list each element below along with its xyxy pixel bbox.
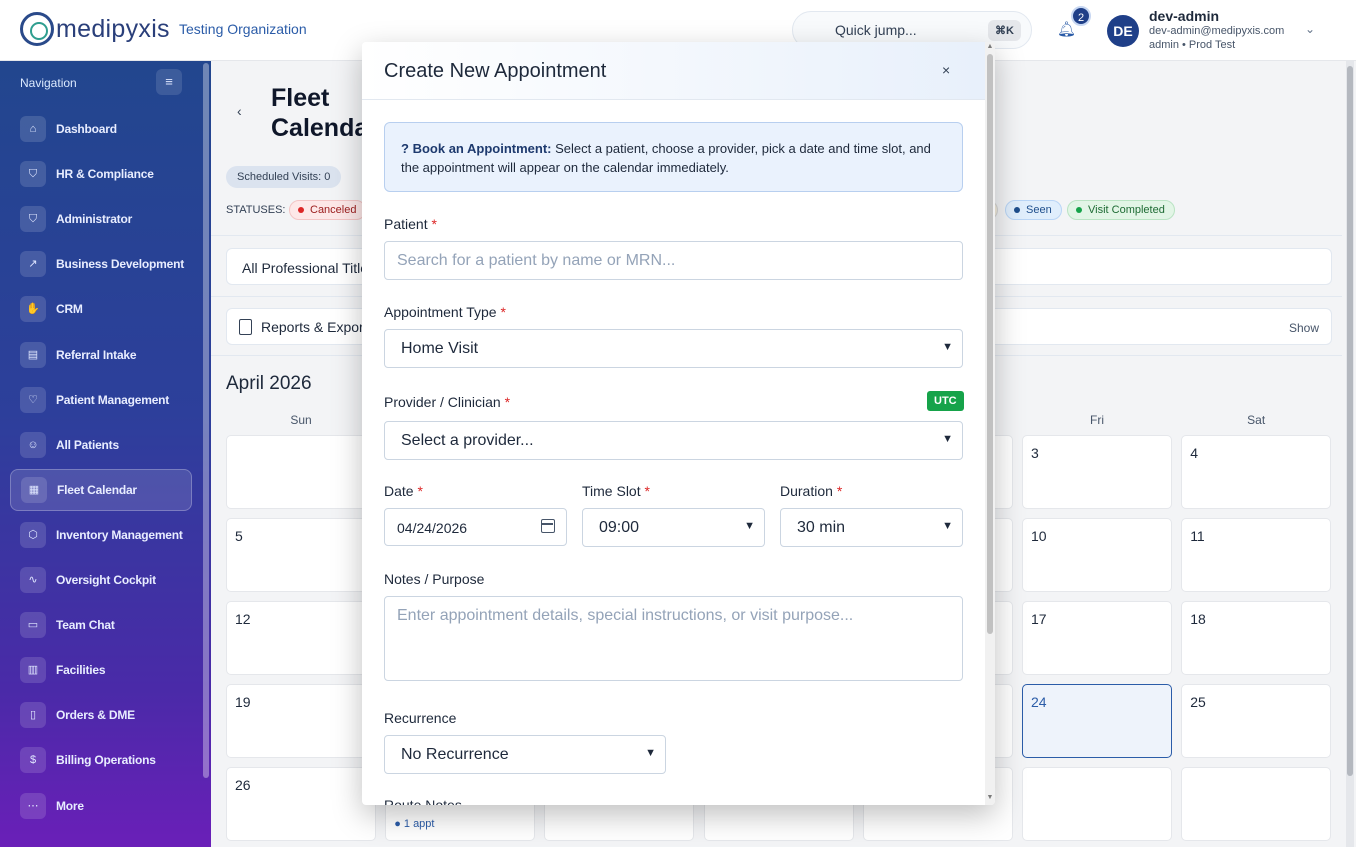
modal-scrollbar-thumb[interactable] [987,54,993,634]
modal-title: Create New Appointment [384,60,607,82]
duration-value: 30 min [797,519,846,536]
patient-search-input[interactable]: Search for a patient by name or MRN... [384,241,963,280]
provider-label: Provider / Clinician * [384,394,510,410]
date-input[interactable]: 04/24/2026 [384,508,567,546]
info-heading: Book an Appointment: [412,141,552,156]
info-icon: ? [401,141,409,156]
date-label-text: Date [384,483,414,499]
time-slot-label: Time Slot * [582,483,650,499]
appointment-type-label-text: Appointment Type [384,304,497,320]
required-mark: * [504,394,511,410]
required-mark: * [431,216,437,232]
date-label: Date * [384,483,423,499]
appointment-type-label: Appointment Type * [384,304,506,320]
time-slot-label-text: Time Slot [582,483,641,499]
chevron-down-icon: ▼ [942,520,953,532]
provider-select[interactable]: Select a provider... ▼ [384,421,963,460]
chevron-down-icon: ▼ [942,341,953,353]
chevron-down-icon: ▼ [942,433,953,445]
recurrence-select[interactable]: No Recurrence ▼ [384,735,666,774]
duration-label-text: Duration [780,483,833,499]
calendar-icon[interactable] [541,519,555,533]
patient-label-text: Patient [384,216,428,232]
route-notes-label: Route Notes [384,797,462,805]
appointment-type-select[interactable]: Home Visit ▼ [384,329,963,368]
required-mark: * [417,483,423,499]
provider-value: Select a provider... [401,432,534,449]
recurrence-label: Recurrence [384,710,457,726]
chevron-down-icon: ▼ [744,520,755,532]
timezone-badge: UTC [927,391,964,411]
modal-overlay: Create New Appointment × ▲ ▼ ? Book an A… [0,0,1356,847]
create-appointment-modal: Create New Appointment × ▲ ▼ ? Book an A… [362,42,995,805]
required-mark: * [500,304,506,320]
time-slot-select[interactable]: 09:00 ▼ [582,508,765,547]
patient-search-placeholder: Search for a patient by name or MRN... [397,252,676,269]
recurrence-value: No Recurrence [401,746,509,763]
notes-textarea[interactable]: Enter appointment details, special instr… [384,596,963,681]
date-value: 04/24/2026 [397,520,468,536]
chevron-down-icon: ▼ [645,747,656,759]
close-icon[interactable]: × [942,62,950,78]
appointment-type-value: Home Visit [401,340,479,357]
patient-label: Patient * [384,216,437,232]
modal-header: Create New Appointment × [362,42,985,100]
notes-label: Notes / Purpose [384,571,485,587]
required-mark: * [644,483,650,499]
duration-select[interactable]: 30 min ▼ [780,508,963,547]
time-slot-value: 09:00 [599,519,640,536]
duration-label: Duration * [780,483,842,499]
provider-label-text: Provider / Clinician [384,394,501,410]
notes-placeholder: Enter appointment details, special instr… [397,607,854,624]
scroll-down-icon[interactable]: ▼ [985,794,995,801]
scroll-up-icon[interactable]: ▲ [985,43,995,50]
booking-info-box: ? Book an Appointment: Select a patient,… [384,122,963,192]
required-mark: * [836,483,843,499]
